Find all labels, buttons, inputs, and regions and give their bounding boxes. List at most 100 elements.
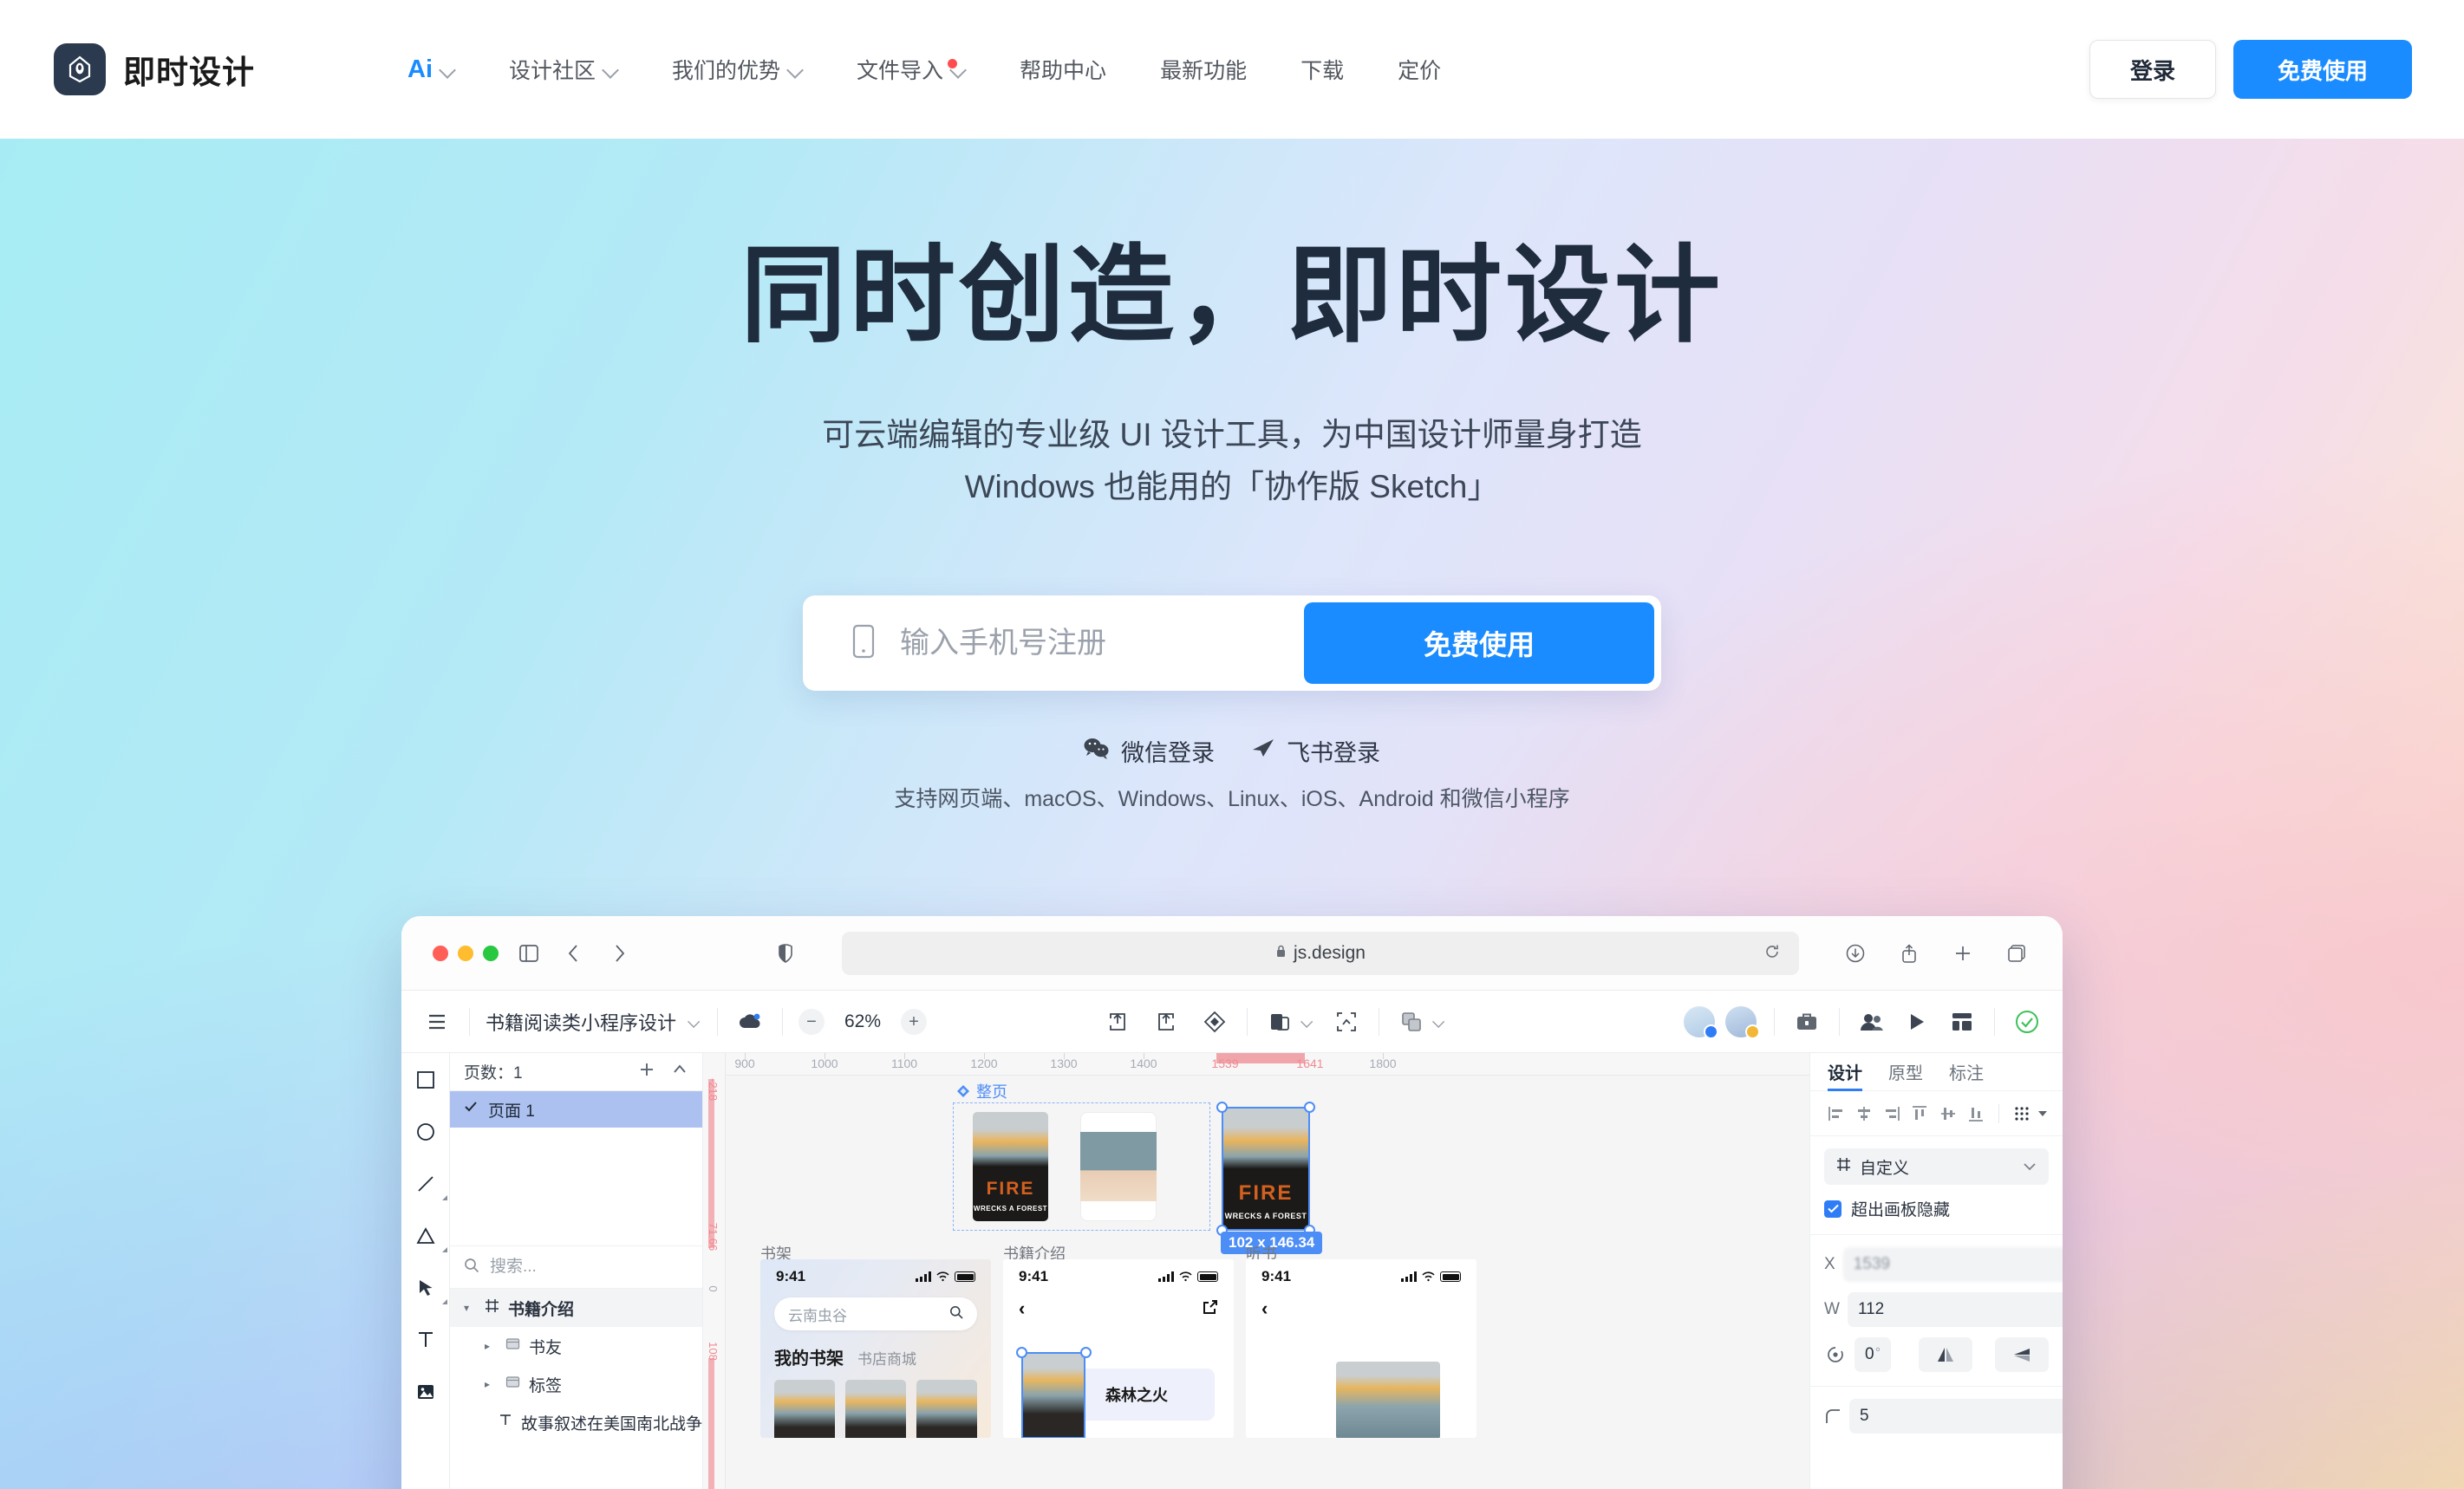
import-icon[interactable] [1150,1005,1183,1038]
briefcase-icon[interactable] [1790,1005,1823,1038]
layout-icon[interactable] [1946,1005,1978,1038]
resize-handle-tl[interactable] [1216,1102,1228,1113]
nav-item-advantages[interactable]: 我们的优势 [645,54,830,85]
text-tool[interactable] [411,1325,440,1355]
play-icon[interactable] [1900,1005,1933,1038]
checkbox-checked-icon[interactable] [1824,1200,1841,1218]
avatar[interactable] [1682,1004,1718,1039]
avatar[interactable] [1724,1004,1760,1039]
align-center-v-icon[interactable] [1934,1099,1962,1128]
signup-submit-button[interactable]: 免费使用 [1304,602,1654,684]
chevron-down-icon[interactable] [2036,1099,2050,1128]
layer-row[interactable]: ▸ 标签 [450,1365,702,1403]
tab-design[interactable]: 设计 [1828,1053,1862,1091]
chevron-right-icon[interactable]: ▸ [485,1378,497,1390]
chevron-down-icon[interactable] [1434,1016,1444,1026]
constraint-selector[interactable]: 自定义 [1824,1148,2049,1185]
selected-poster-wrapper[interactable]: FIRE WRECKS A FOREST 102 x 146.34 [1216,1102,1323,1254]
back-arrow-icon[interactable] [559,939,589,968]
add-page-icon[interactable] [638,1061,655,1083]
zoom-level-label[interactable]: 62% [837,1011,889,1032]
audiobook-cover[interactable] [1336,1362,1440,1438]
forward-arrow-icon[interactable] [604,939,634,968]
rotation-input[interactable] [1855,1337,1891,1372]
maximize-window-icon[interactable] [483,945,499,961]
clip-content-toggle[interactable]: 超出画板隐藏 [1824,1197,2049,1220]
minimize-window-icon[interactable] [458,945,473,961]
group-label[interactable]: 整页 [956,1080,1007,1102]
tab-prototype[interactable]: 原型 [1888,1053,1923,1091]
free-trial-button[interactable]: 免费使用 [2233,40,2412,99]
line-tool[interactable] [411,1169,447,1200]
polygon-tool[interactable] [411,1221,447,1252]
hamburger-menu-icon[interactable] [420,1005,453,1038]
window-traffic-lights[interactable] [433,945,499,961]
cloud-sync-icon[interactable] [733,1005,766,1038]
rectangle-tool[interactable] [411,1065,440,1095]
export-icon[interactable] [1101,1005,1134,1038]
team-icon[interactable] [1855,1005,1888,1038]
brand-logo[interactable]: 即时设计 [54,43,255,95]
collapse-pages-icon[interactable] [671,1061,688,1083]
mask-icon[interactable] [1263,1005,1296,1038]
book-thumbnail[interactable] [916,1380,977,1438]
align-right-icon[interactable] [1878,1099,1906,1128]
sidebar-toggle-icon[interactable] [514,939,544,968]
nav-item-whats-new[interactable]: 最新功能 [1133,54,1274,85]
boolean-icon[interactable] [1395,1005,1428,1038]
privacy-shield-icon[interactable] [771,939,800,968]
nav-item-community[interactable]: 设计社区 [482,54,645,85]
back-arrow-icon[interactable]: ‹ [1261,1297,1268,1320]
nav-item-ai[interactable]: Ai [381,55,482,84]
image-tool[interactable] [411,1377,440,1407]
frame-audiobook[interactable]: 9:41 ‹ [1246,1259,1476,1438]
align-center-h-icon[interactable] [1850,1099,1878,1128]
address-bar[interactable]: js.design [842,931,1799,975]
flip-vertical-button[interactable] [1995,1337,2049,1372]
corner-radius-input[interactable] [1849,1399,2063,1434]
distribute-icon[interactable] [2008,1099,2036,1128]
share-icon[interactable] [1203,1297,1218,1320]
layer-search-input[interactable] [490,1258,702,1277]
layer-row[interactable]: ▾ 书籍介绍 [450,1289,702,1327]
page-list-item[interactable]: 页面 1 [450,1091,702,1128]
resize-handle-tr[interactable] [1304,1102,1315,1113]
shelf-tab-store[interactable]: 书店商城 [857,1347,916,1369]
ellipse-tool[interactable] [411,1117,440,1147]
frame-book-intro[interactable]: 9:41 ‹ 森林之火 [1003,1259,1234,1438]
align-left-icon[interactable] [1822,1099,1850,1128]
tab-annotation[interactable]: 标注 [1949,1053,1984,1091]
document-title[interactable]: 书籍阅读类小程序设计 [486,1008,701,1036]
share-icon[interactable] [1894,939,1924,968]
wechat-login-button[interactable]: 微信登录 [1084,734,1215,768]
nav-item-import[interactable]: 文件导入 [830,54,993,85]
shelf-search-field[interactable]: 云南虫谷 [774,1297,977,1330]
download-icon[interactable] [1841,939,1870,968]
nav-item-help[interactable]: 帮助中心 [993,54,1133,85]
design-canvas[interactable]: 900 1000 1100 1200 1300 1400 1539 1641 1… [703,1053,1809,1489]
phone-input[interactable] [900,626,1304,660]
chevron-down-icon[interactable]: ▾ [464,1302,476,1314]
zoom-in-button[interactable]: + [901,1008,928,1035]
frame-shelf[interactable]: 9:41 云南虫谷 我的书架 书店商城 [760,1259,991,1438]
component-icon[interactable] [1198,1005,1231,1038]
check-circle-icon[interactable] [2011,1005,2044,1038]
slice-icon[interactable] [1330,1005,1363,1038]
feishu-login-button[interactable]: 飞书登录 [1251,734,1380,768]
capitol-card-thumbnail[interactable] [1080,1112,1157,1221]
book-thumbnail[interactable] [845,1380,906,1438]
collaborator-avatars[interactable] [1682,1004,1760,1039]
flip-horizontal-button[interactable] [1919,1337,1972,1372]
poster-thumbnail[interactable]: FIRE WRECKS A FOREST [973,1112,1048,1221]
pen-tool[interactable] [411,1273,447,1304]
width-input[interactable] [1847,1292,2063,1327]
back-arrow-icon[interactable]: ‹ [1019,1297,1025,1320]
book-thumbnail[interactable] [774,1380,835,1438]
align-top-icon[interactable] [1906,1099,1933,1128]
new-tab-icon[interactable] [1948,939,1978,968]
tab-overview-icon[interactable] [2002,939,2031,968]
chevron-down-icon[interactable] [1302,1016,1313,1026]
nav-item-download[interactable]: 下载 [1274,54,1371,85]
layer-row[interactable]: ▸ 书友 [450,1327,702,1365]
close-window-icon[interactable] [433,945,448,961]
